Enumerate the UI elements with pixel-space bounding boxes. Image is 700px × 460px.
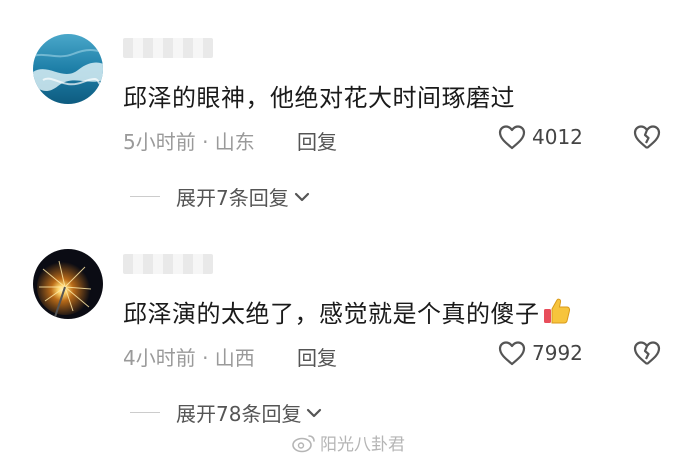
broken-heart-icon bbox=[633, 341, 661, 365]
like-button[interactable]: 7992 bbox=[498, 340, 583, 366]
heart-icon bbox=[498, 125, 526, 150]
dislike-button[interactable] bbox=[633, 340, 661, 370]
user-avatar[interactable] bbox=[33, 249, 103, 319]
expand-replies-label: 展开7条回复 bbox=[176, 186, 289, 210]
divider-line bbox=[130, 195, 160, 198]
expand-replies-label: 展开78条回复 bbox=[176, 402, 302, 426]
username-blurred[interactable] bbox=[123, 254, 213, 274]
chevron-down-icon bbox=[294, 192, 309, 201]
reply-button[interactable]: 回复 bbox=[297, 342, 337, 371]
comment-text: 邱泽的眼神，他绝对花大时间琢磨过 bbox=[123, 84, 515, 112]
like-count: 4012 bbox=[532, 125, 583, 149]
reply-button[interactable]: 回复 bbox=[297, 126, 337, 155]
user-avatar[interactable] bbox=[33, 34, 103, 104]
divider-line bbox=[130, 411, 160, 414]
dislike-button[interactable] bbox=[633, 124, 661, 154]
heart-icon bbox=[498, 341, 526, 366]
username-blurred[interactable] bbox=[123, 38, 213, 58]
broken-heart-icon bbox=[633, 125, 661, 149]
watermark: 阳光八卦君 bbox=[292, 430, 405, 455]
comment-text-row: 邱泽演的太绝了，感觉就是个真的傻子 bbox=[123, 294, 572, 332]
weibo-icon bbox=[292, 434, 315, 452]
chevron-down-icon bbox=[307, 408, 322, 417]
expand-replies-button[interactable]: 展开78条回复 bbox=[130, 398, 323, 427]
like-button[interactable]: 4012 bbox=[498, 124, 583, 150]
comment-time-location: 4小时前 · 山西 bbox=[123, 346, 255, 370]
comment-text: 邱泽演的太绝了，感觉就是个真的傻子 bbox=[123, 300, 540, 328]
like-count: 7992 bbox=[532, 341, 583, 365]
thumbs-up-icon bbox=[542, 296, 572, 332]
comment-time-location: 5小时前 · 山东 bbox=[123, 130, 255, 154]
expand-replies-button[interactable]: 展开7条回复 bbox=[130, 182, 311, 211]
watermark-text: 阳光八卦君 bbox=[320, 435, 405, 455]
